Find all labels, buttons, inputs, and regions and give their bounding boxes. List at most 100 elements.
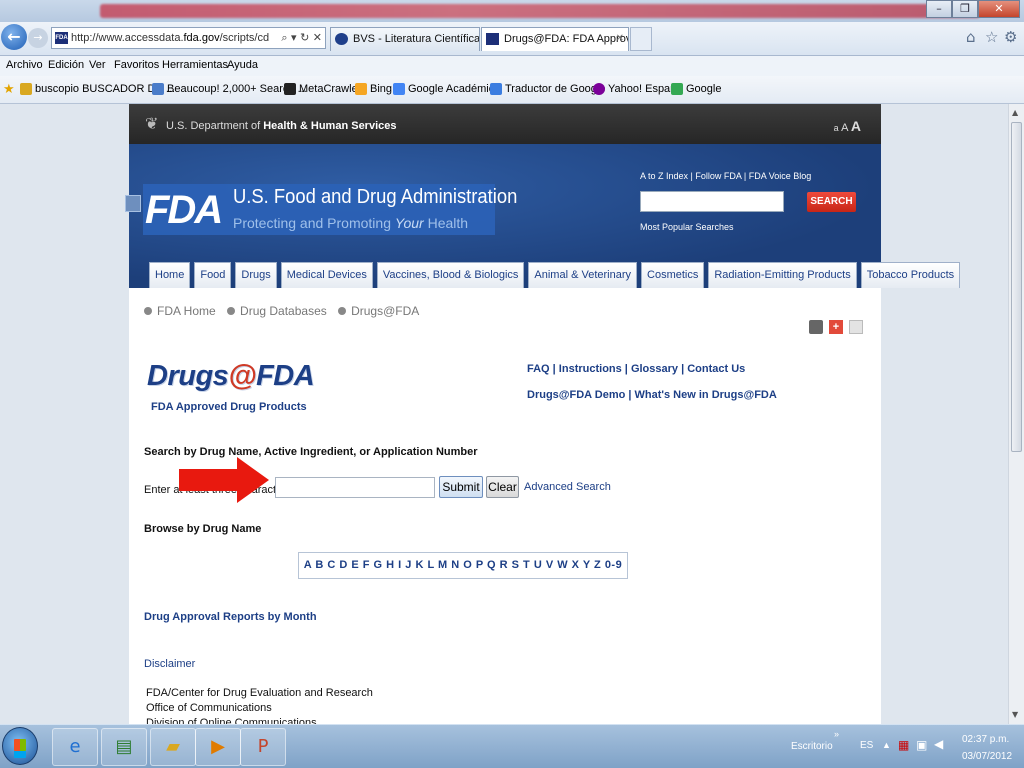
breadcrumb: FDA Home Drug Databases Drugs@FDA	[144, 304, 419, 318]
menu-favoritos[interactable]: Favoritos	[114, 59, 159, 71]
font-size-controls: a A A	[834, 118, 861, 134]
windows-taskbar: e ▤ ▰ ▶ P Escritorio » ES ▲ ▦ ▣ ◀ 02:37 …	[0, 724, 1024, 768]
nav-medical-devices[interactable]: Medical Devices	[280, 262, 373, 288]
volume-icon[interactable]: ◀	[934, 737, 943, 751]
address-bar[interactable]: FDA http://www.accessdata.fda.gov/script…	[51, 27, 326, 49]
close-window-button[interactable]: ✕	[978, 0, 1020, 18]
breadcrumb-fda-home[interactable]: FDA Home	[157, 304, 216, 318]
nav-animal-veterinary[interactable]: Animal & Veterinary	[528, 262, 638, 288]
approval-reports-link[interactable]: Drug Approval Reports by Month	[144, 611, 317, 623]
clock-date[interactable]: 03/07/2012	[962, 751, 1012, 762]
favorites-star-icon[interactable]: ★	[3, 82, 15, 97]
nav-radiation[interactable]: Radiation-Emitting Products	[708, 262, 857, 288]
fav-icon	[490, 83, 502, 95]
new-tab-button[interactable]	[630, 27, 652, 51]
breadcrumb-bullet-icon	[144, 307, 152, 315]
favorites-star-icon[interactable]: ☆	[985, 28, 998, 46]
language-indicator[interactable]: ES	[860, 740, 873, 751]
print-icon[interactable]	[809, 320, 823, 334]
alphabet-index[interactable]: A B C D E F G H I J K L M N O P Q R S T …	[298, 552, 628, 579]
powerpoint-icon[interactable]: P	[240, 728, 286, 766]
scroll-up-icon[interactable]: ▲	[1012, 108, 1018, 117]
fav-icon	[20, 83, 32, 95]
scroll-down-icon[interactable]: ▼	[1012, 710, 1018, 719]
folder-icon[interactable]: ▰	[150, 728, 196, 766]
footer-line: Office of Communications	[146, 702, 272, 714]
forward-button[interactable]: →	[28, 28, 48, 48]
help-links[interactable]: FAQ | Instructions | Glossary | Contact …	[527, 363, 745, 375]
maximize-button[interactable]: ❐	[952, 0, 978, 18]
fav-item[interactable]: Traductor de Google	[490, 83, 605, 95]
drug-search-input[interactable]	[275, 477, 435, 498]
fav-item[interactable]: Bing	[355, 83, 392, 95]
drugs-fda-subtitle: FDA Approved Drug Products	[151, 401, 307, 413]
fav-item[interactable]: Yahoo! España	[593, 83, 682, 95]
tools-gear-icon[interactable]: ⚙	[1004, 28, 1017, 46]
favorites-bar: ★ buscopio BUSCADOR DE ... Beaucoup! 2,0…	[0, 76, 1024, 104]
email-icon[interactable]	[849, 320, 863, 334]
fav-icon	[152, 83, 164, 95]
browser-navbar: ← → FDA http://www.accessdata.fda.gov/sc…	[0, 22, 1024, 56]
vertical-scrollbar[interactable]: ▲ ▼	[1008, 104, 1024, 724]
address-controls[interactable]: ⌕ ▾ ↻ ✕	[281, 31, 322, 45]
fav-icon	[393, 83, 405, 95]
breadcrumb-drug-databases[interactable]: Drug Databases	[240, 304, 327, 318]
demo-links[interactable]: Drugs@FDA Demo | What's New in Drugs@FDA	[527, 389, 777, 401]
fda-masthead: FDA U.S. Food and Drug Administration Pr…	[125, 144, 961, 288]
desktop-toolbar[interactable]: Escritorio	[791, 741, 833, 752]
menu-archivo[interactable]: Archivo	[6, 59, 43, 71]
most-popular-searches-link[interactable]: Most Popular Searches	[640, 222, 734, 232]
share-plus-icon[interactable]: +	[829, 320, 843, 334]
nav-cosmetics[interactable]: Cosmetics	[641, 262, 705, 288]
address-url[interactable]: http://www.accessdata.fda.gov/scripts/cd…	[71, 32, 269, 44]
menu-ayuda[interactable]: Ayuda	[227, 59, 258, 71]
menu-ver[interactable]: Ver	[89, 59, 106, 71]
minimize-button[interactable]: –	[926, 0, 952, 18]
font-size-medium[interactable]: A	[841, 122, 848, 134]
scroll-thumb[interactable]	[1011, 122, 1022, 452]
clear-button[interactable]: Clear	[486, 476, 519, 498]
network-icon[interactable]: ▦	[898, 738, 909, 752]
nav-food[interactable]: Food	[194, 262, 232, 288]
site-search-button[interactable]: SEARCH	[807, 192, 856, 212]
start-button[interactable]	[2, 727, 38, 765]
fda-tab-icon	[486, 33, 499, 45]
back-button[interactable]: ←	[1, 24, 27, 50]
red-arrow-icon	[179, 457, 269, 503]
hhs-department[interactable]: U.S. Department of Health & Human Servic…	[166, 120, 397, 132]
close-tab-icon[interactable]: ✕	[616, 33, 624, 44]
nav-drugs[interactable]: Drugs	[235, 262, 277, 288]
app-icon[interactable]: ▤	[101, 728, 147, 766]
hhs-banner: ❦ U.S. Department of Health & Human Serv…	[129, 104, 881, 144]
advanced-search-link[interactable]: Advanced Search	[524, 481, 611, 493]
home-icon[interactable]: ⌂	[966, 28, 976, 46]
media-player-icon[interactable]: ▶	[195, 728, 241, 766]
fav-item[interactable]: MetaCrawler	[284, 83, 361, 95]
tray-expand-icon[interactable]: ▲	[882, 740, 891, 750]
toolbar-expand-icon[interactable]: »	[834, 729, 839, 739]
disclaimer-link[interactable]: Disclaimer	[144, 658, 195, 670]
menu-edicion[interactable]: Edición	[48, 59, 84, 71]
menu-herramientas[interactable]: Herramientas	[162, 59, 228, 71]
page-icon	[125, 195, 141, 212]
tab-bvs[interactable]: BVS - Literatura Científica y Té...	[330, 27, 480, 51]
ie-icon[interactable]: e	[52, 728, 98, 766]
tab-drugs-fda[interactable]: Drugs@FDA: FDA Approved... ✕	[481, 27, 629, 51]
fav-icon	[671, 83, 683, 95]
drugs-fda-logo: Drugs@FDA	[147, 360, 315, 392]
fav-item[interactable]: Google Académico	[393, 83, 500, 95]
site-search-input[interactable]	[640, 191, 784, 212]
nav-home[interactable]: Home	[149, 262, 191, 288]
font-size-large[interactable]: A	[851, 118, 861, 134]
fav-item[interactable]: Google	[671, 83, 721, 95]
submit-button[interactable]: Submit	[439, 476, 483, 498]
clock-time[interactable]: 02:37 p.m.	[962, 734, 1009, 745]
window-title-blurred	[100, 4, 980, 18]
monitor-icon[interactable]: ▣	[916, 738, 927, 752]
page-viewport: ❦ U.S. Department of Health & Human Serv…	[0, 104, 1008, 724]
site-title: U.S. Food and Drug Administration	[233, 186, 518, 208]
nav-tobacco[interactable]: Tobacco Products	[860, 262, 961, 288]
font-size-small[interactable]: a	[834, 123, 839, 133]
nav-vaccines[interactable]: Vaccines, Blood & Biologics	[376, 262, 525, 288]
top-links[interactable]: A to Z Index | Follow FDA | FDA Voice Bl…	[640, 171, 811, 181]
